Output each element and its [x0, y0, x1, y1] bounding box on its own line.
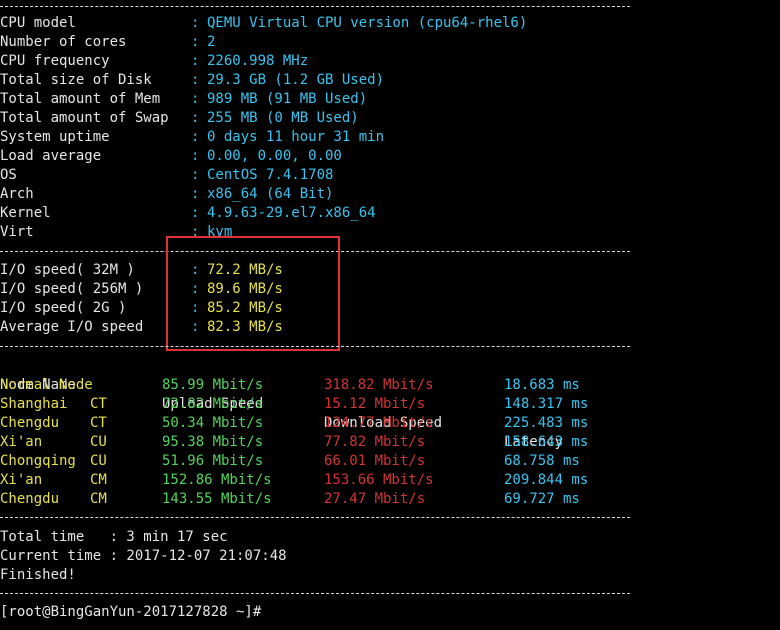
sysinfo-label: Number of cores: [0, 34, 127, 50]
download-speed: 66.01 Mbit/s: [324, 453, 426, 469]
node-isp: CU: [90, 453, 107, 469]
latency: 148.317 ms: [504, 396, 589, 412]
sysinfo-label: Virt: [0, 224, 34, 240]
sysinfo-colon: :: [191, 148, 200, 164]
upload-speed: 143.55 Mbit/s: [162, 491, 272, 507]
terminal-window[interactable]: CPU model: QEMU Virtual CPU version (cpu6…: [0, 0, 780, 630]
sysinfo-colon: :: [191, 91, 200, 107]
sysinfo-value: 989 MB (91 MB Used): [207, 91, 368, 107]
download-speed: 318.82 Mbit/s: [324, 377, 434, 393]
node-name: Shanghai: [0, 396, 68, 412]
sysinfo-colon: :: [191, 186, 200, 202]
shell-prompt[interactable]: [root@BingGanYun-2017127828 ~]#: [0, 603, 261, 622]
download-speed: 15.12 Mbit/s: [324, 396, 426, 412]
node-isp: CT: [90, 396, 107, 412]
sysinfo-value: 2: [207, 34, 216, 50]
node-name: Chengdu: [0, 415, 60, 431]
sysinfo-value: 255 MB (0 MB Used): [207, 110, 359, 126]
current-time-line: Current time : 2017-12-07 21:07:48: [0, 548, 287, 564]
sysinfo-value: QEMU Virtual CPU version (cpu64-rhel6): [207, 15, 528, 31]
sysinfo-colon: :: [191, 110, 200, 126]
sysinfo-label: Arch: [0, 186, 34, 202]
sysinfo-colon: :: [191, 72, 200, 88]
sysinfo-value: CentOS 7.4.1708: [207, 167, 334, 183]
download-speed: 27.47 Mbit/s: [324, 491, 426, 507]
upload-speed: 50.34 Mbit/s: [162, 415, 264, 431]
latency: 18.683 ms: [504, 377, 580, 393]
sysinfo-colon: :: [191, 15, 200, 31]
sysinfo-label: Kernel: [0, 205, 51, 221]
node-name: Xi'an: [0, 472, 43, 488]
io-speed-label: I/O speed( 256M ): [0, 281, 144, 297]
node-name: Normal Node: [0, 377, 93, 393]
sysinfo-label: OS: [0, 167, 17, 183]
separator-line: [0, 593, 630, 594]
finished-line: Finished!: [0, 567, 76, 583]
sysinfo-value: 4.9.63-29.el7.x86_64: [207, 205, 376, 221]
download-speed: 153.66 Mbit/s: [324, 472, 434, 488]
sysinfo-label: Load average: [0, 148, 102, 164]
io-speed-label: I/O speed( 32M ): [0, 262, 135, 278]
sysinfo-label: CPU frequency: [0, 53, 110, 69]
download-speed: 77.82 Mbit/s: [324, 434, 426, 450]
sysinfo-label: Total amount of Mem: [0, 91, 161, 107]
sysinfo-label: System uptime: [0, 129, 110, 145]
upload-speed: 152.86 Mbit/s: [162, 472, 272, 488]
upload-speed: 95.38 Mbit/s: [162, 434, 264, 450]
io-speed-label: I/O speed( 2G ): [0, 300, 127, 316]
sysinfo-colon: :: [191, 129, 200, 145]
node-isp: CM: [90, 472, 107, 488]
node-name: Chongqing: [0, 453, 76, 469]
latency: 68.758 ms: [504, 453, 580, 469]
sysinfo-colon: :: [191, 205, 200, 221]
sysinfo-colon: :: [191, 53, 200, 69]
sysinfo-colon: :: [191, 167, 200, 183]
node-name: Xi'an: [0, 434, 43, 450]
io-speed-label: Average I/O speed: [0, 319, 144, 335]
upload-speed: 72.82 Mbit/s: [162, 396, 264, 412]
node-name: Chengdu: [0, 491, 60, 507]
upload-speed: 85.99 Mbit/s: [162, 377, 264, 393]
sysinfo-value: 0.00, 0.00, 0.00: [207, 148, 342, 164]
separator-line: [0, 6, 630, 7]
latency: 209.844 ms: [504, 472, 589, 488]
latency: 225.483 ms: [504, 415, 589, 431]
separator-line: [0, 517, 630, 518]
sysinfo-value: 0 days 11 hour 31 min: [207, 129, 385, 145]
sysinfo-value: 29.3 GB (1.2 GB Used): [207, 72, 385, 88]
upload-speed: 51.96 Mbit/s: [162, 453, 264, 469]
latency: 158.643 ms: [504, 434, 589, 450]
sysinfo-label: Total amount of Swap: [0, 110, 169, 126]
sysinfo-value: 2260.998 MHz: [207, 53, 309, 69]
total-time-line: Total time : 3 min 17 sec: [0, 529, 228, 545]
speed-table-header: Node Name Upload Speed Download Speed La…: [0, 357, 563, 450]
separator-line: [0, 346, 630, 347]
download-speed: 124.77 Mbit/s: [324, 415, 434, 431]
node-isp: CM: [90, 491, 107, 507]
sysinfo-colon: :: [191, 34, 200, 50]
sysinfo-value: x86_64 (64 Bit): [207, 186, 334, 202]
node-isp: CU: [90, 434, 107, 450]
sysinfo-label: CPU model: [0, 15, 76, 31]
sysinfo-label: Total size of Disk: [0, 72, 152, 88]
latency: 69.727 ms: [504, 491, 580, 507]
node-isp: CT: [90, 415, 107, 431]
io-highlight-box: [166, 236, 340, 351]
